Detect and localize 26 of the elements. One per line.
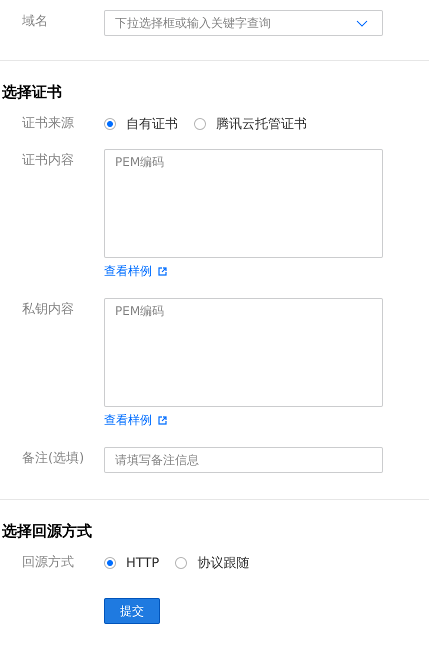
section-title: 选择证书 — [1, 82, 63, 101]
radio-option[interactable]: 协议跟随 — [175, 554, 250, 572]
external-link-icon — [158, 416, 167, 424]
radio-button[interactable] — [175, 557, 188, 569]
remark-input[interactable]: 请填写备注信息 — [104, 447, 383, 473]
field-label: 私钥内容 — [22, 301, 74, 319]
radio-button[interactable] — [194, 118, 206, 130]
radio-option[interactable]: HTTP — [104, 556, 160, 570]
field-label: 备注(选填) — [22, 450, 84, 468]
pem-text-area[interactable]: PEM编码 — [104, 149, 383, 258]
view-example-link[interactable]: 查看样例 — [104, 262, 167, 280]
chevron-down-icon — [356, 20, 368, 27]
radio-option[interactable]: 腾讯云托管证书 — [194, 115, 307, 133]
field-label: 证书内容 — [22, 152, 74, 170]
submit-button[interactable]: 提交 — [104, 598, 160, 624]
external-link-icon — [158, 266, 167, 276]
field-label: 域名 — [22, 13, 48, 31]
field-label: 回源方式 — [22, 554, 74, 572]
field-label: 证书来源 — [22, 115, 74, 133]
domain-dropdown[interactable]: 下拉选择框或输入关键字查询 — [104, 10, 383, 36]
radio-button[interactable] — [104, 557, 116, 569]
pem-text-area[interactable]: PEM编码 — [104, 298, 383, 407]
section-title: 选择回源方式 — [1, 521, 93, 540]
radio-option[interactable]: 自有证书 — [104, 115, 178, 133]
view-example-link[interactable]: 查看样例 — [104, 411, 167, 429]
radio-button[interactable] — [104, 118, 116, 130]
